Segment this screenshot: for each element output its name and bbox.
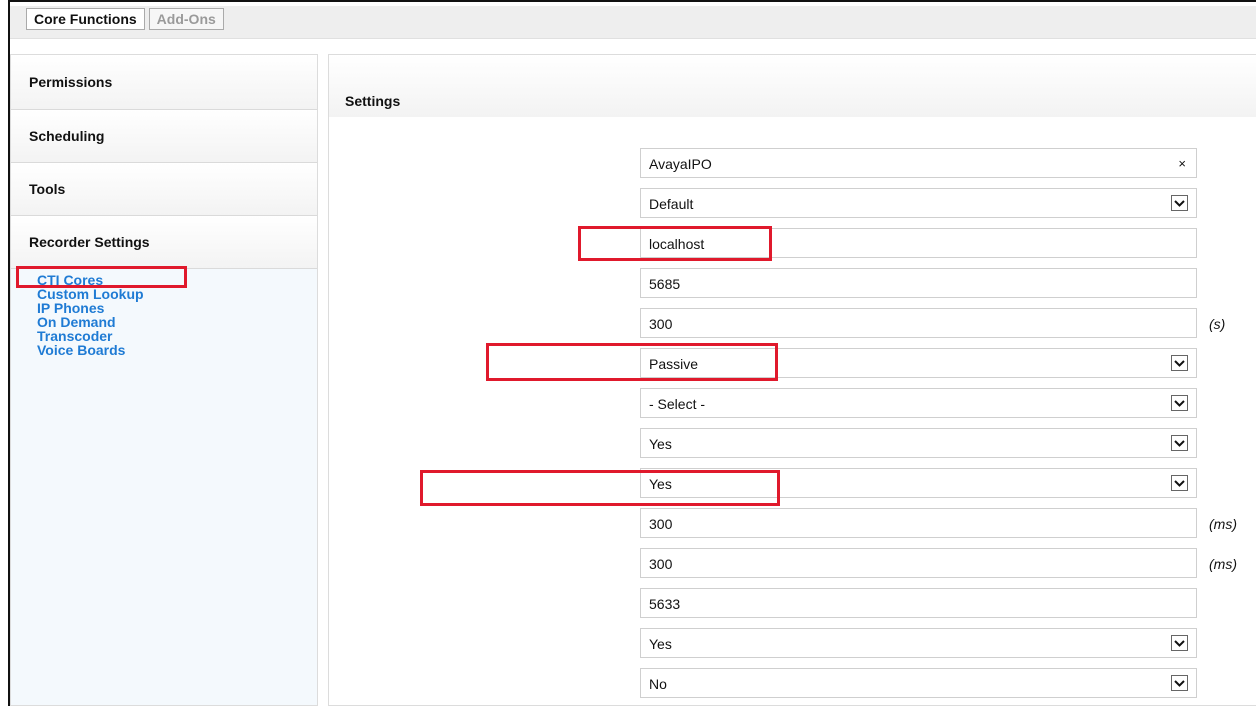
link-on-demand[interactable]: On Demand xyxy=(37,315,317,329)
monitor-reload-frequency-field[interactable]: 300 xyxy=(640,308,1197,338)
default-screen-capture-port-value: 5633 xyxy=(649,596,681,612)
sidebar-item-scheduling[interactable]: Scheduling xyxy=(11,110,317,163)
form-row-playback-method: Playback Method :- Select - xyxy=(329,388,1256,418)
sidebar-item-tools[interactable]: Tools xyxy=(11,163,317,216)
generate-xml-with-recordings-select[interactable]: Yes xyxy=(640,628,1197,658)
record-method-select[interactable]: Passive xyxy=(640,348,1197,378)
transcode-by-board-value: No xyxy=(649,676,667,692)
name-value: AvayaIPO xyxy=(649,156,712,172)
jcom-reconnect-interval-unit: (ms) xyxy=(1209,556,1237,572)
form-row-jcom-timeout-interval: JCOM Timeout Interval :300(ms) xyxy=(329,508,1256,538)
panel-title: Settings xyxy=(329,55,1256,117)
default-screen-capture-port-field[interactable]: 5633 xyxy=(640,588,1197,618)
link-cti-cores[interactable]: CTI Cores xyxy=(37,273,317,287)
enable-event-interface-value: Yes xyxy=(649,436,672,452)
form-row-generate-xml-with-recordings: Generate XML with recordings :Yes xyxy=(329,628,1256,658)
link-voice-boards[interactable]: Voice Boards xyxy=(37,343,317,357)
form-row-monitor-reload-frequency: Monitor Reload Frequency :300(s) xyxy=(329,308,1256,338)
enable-event-interface-select[interactable]: Yes xyxy=(640,428,1197,458)
monitor-reload-frequency-unit: (s) xyxy=(1209,316,1226,332)
port-value: 5685 xyxy=(649,276,681,292)
form-row-record-method: Record Method :Passive xyxy=(329,348,1256,378)
jcom-reconnect-interval-value: 300 xyxy=(649,556,673,572)
chevron-down-icon[interactable] xyxy=(1171,395,1188,411)
jcom-timeout-interval-field[interactable]: 300 xyxy=(640,508,1197,538)
playback-method-value: - Select - xyxy=(649,396,706,412)
jcom-timeout-interval-unit: (ms) xyxy=(1209,516,1237,532)
clear-icon[interactable]: × xyxy=(1178,156,1186,171)
generate-xml-with-recordings-value: Yes xyxy=(649,636,672,652)
recorder-settings-links: CTI Cores Custom Lookup IP Phones On Dem… xyxy=(11,269,317,357)
api-commands-to-script-value: Yes xyxy=(649,476,672,492)
link-custom-lookup[interactable]: Custom Lookup xyxy=(37,287,317,301)
jcom-reconnect-interval-field[interactable]: 300 xyxy=(640,548,1197,578)
settings-panel: Settings Name :AvayaIPO×Location :Defaul… xyxy=(328,54,1256,706)
monitor-reload-frequency-value: 300 xyxy=(649,316,673,332)
sidebar-item-permissions[interactable]: Permissions xyxy=(11,55,317,110)
port-field[interactable]: 5685 xyxy=(640,268,1197,298)
record-method-value: Passive xyxy=(649,356,699,372)
transcode-by-board-select[interactable]: No xyxy=(640,668,1197,698)
playback-method-select[interactable]: - Select - xyxy=(640,388,1197,418)
form-row-api-commands-to-script: Api Commands To Script :Yes xyxy=(329,468,1256,498)
form-row-host: Host :localhost xyxy=(329,228,1256,258)
chevron-down-icon[interactable] xyxy=(1171,355,1188,371)
form-row-jcom-reconnect-interval: JCOM Reconnect Interval :300(ms) xyxy=(329,548,1256,578)
chevron-down-icon[interactable] xyxy=(1171,675,1188,691)
chevron-down-icon[interactable] xyxy=(1171,195,1188,211)
sidebar-item-recorder-settings[interactable]: Recorder Settings xyxy=(11,216,317,269)
form-row-location: Location :Default xyxy=(329,188,1256,218)
form-row-transcode-by-board: Transcode by Board :No xyxy=(329,668,1256,698)
form-row-enable-event-interface: Enable Event Interface :Yes xyxy=(329,428,1256,458)
location-select[interactable]: Default xyxy=(640,188,1197,218)
host-value: localhost xyxy=(649,236,705,252)
jcom-timeout-interval-value: 300 xyxy=(649,516,673,532)
form-row-name: Name :AvayaIPO× xyxy=(329,148,1256,178)
chevron-down-icon[interactable] xyxy=(1171,435,1188,451)
chevron-down-icon[interactable] xyxy=(1171,475,1188,491)
host-field[interactable]: localhost xyxy=(640,228,1197,258)
chevron-down-icon[interactable] xyxy=(1171,635,1188,651)
link-transcoder[interactable]: Transcoder xyxy=(37,329,317,343)
link-ip-phones[interactable]: IP Phones xyxy=(37,301,317,315)
name-field[interactable]: AvayaIPO × xyxy=(640,148,1197,178)
form-row-port: Port :5685 xyxy=(329,268,1256,298)
sidebar: Permissions Scheduling Tools Recorder Se… xyxy=(10,54,318,706)
form-row-default-screen-capture-port: Default Screen Capture Port :5633 xyxy=(329,588,1256,618)
location-value: Default xyxy=(649,196,694,212)
api-commands-to-script-select[interactable]: Yes xyxy=(640,468,1197,498)
